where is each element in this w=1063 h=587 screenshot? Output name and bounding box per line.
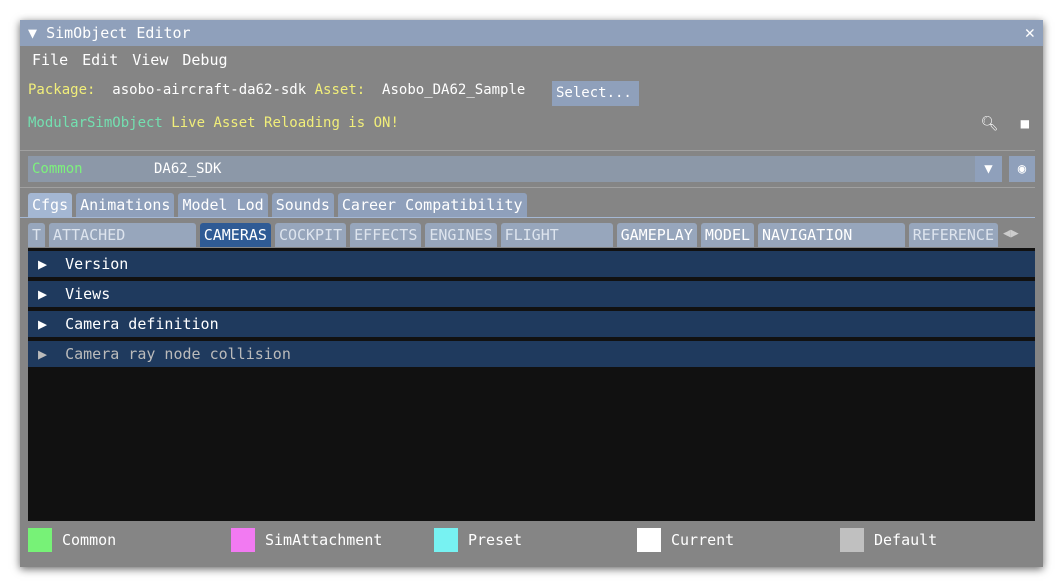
legend-simattachment: SimAttachment bbox=[231, 528, 434, 552]
menu-debug[interactable]: Debug bbox=[182, 51, 227, 69]
select-button[interactable]: Select... bbox=[552, 81, 639, 106]
tab-sounds[interactable]: Sounds bbox=[271, 193, 334, 217]
menu-file[interactable]: File bbox=[32, 51, 68, 69]
tab-model-lod[interactable]: Model Lod bbox=[178, 193, 268, 217]
window-title: SimObject Editor bbox=[46, 24, 191, 42]
tab-cfgs[interactable]: Cfgs bbox=[28, 193, 73, 217]
legend-default: Default bbox=[840, 528, 1043, 552]
subtab-navigation-graph[interactable]: NAVIGATION GRAPH bbox=[758, 223, 905, 247]
subtab-cockpit[interactable]: COCKPIT bbox=[274, 223, 347, 247]
close-icon[interactable]: ✕ bbox=[1025, 23, 1035, 43]
section-version[interactable]: ▶ Version bbox=[28, 251, 1035, 277]
tab-career[interactable]: Career Compatibility bbox=[337, 193, 527, 217]
subtab-attached-objects[interactable]: ATTACHED OBJECTS bbox=[49, 223, 196, 247]
subtab-cameras[interactable]: CAMERAS bbox=[199, 223, 271, 247]
folder-icon[interactable]: ■ bbox=[1021, 116, 1029, 132]
simobject-editor-window: ▼ SimObject Editor ✕ File Edit View Debug Pa… bbox=[20, 20, 1043, 567]
legend-common: Common bbox=[28, 528, 231, 552]
section-camera-ray[interactable]: ▶ Camera ray node collision bbox=[28, 341, 1035, 367]
section-camera-definition[interactable]: ▶ Camera definition bbox=[28, 311, 1035, 337]
reload-status: Live Asset Reloading is ON! bbox=[171, 115, 399, 131]
sub-tabs: TATTACHED OBJECTSCAMERASCOCKPITEFFECTSEN… bbox=[28, 223, 998, 247]
asset-label: Asset: bbox=[314, 82, 366, 98]
chevron-down-icon[interactable]: ▼ bbox=[975, 156, 1002, 182]
subtab-flight-model[interactable]: FLIGHT MODEL bbox=[500, 223, 613, 247]
menu-edit[interactable]: Edit bbox=[82, 51, 118, 69]
scroll-left-icon[interactable]: ◀ bbox=[1003, 226, 1011, 241]
subtab-model[interactable]: MODEL bbox=[700, 223, 755, 247]
subtab-engines[interactable]: ENGINES bbox=[425, 223, 497, 247]
subtab-t[interactable]: T bbox=[28, 223, 46, 247]
scroll-right-icon[interactable]: ▶ bbox=[1011, 226, 1019, 241]
legend-preset: Preset bbox=[434, 528, 637, 552]
content-panel: ▶ Version ▶ Views ▶ Camera definition ▶ … bbox=[28, 248, 1035, 521]
legend-current: Current bbox=[637, 528, 840, 552]
title-bar[interactable]: ▼ SimObject Editor ✕ bbox=[20, 20, 1043, 46]
asset-value: Asobo_DA62_Sample bbox=[382, 82, 526, 98]
eye-icon[interactable]: ◉ bbox=[1009, 156, 1035, 182]
subtab-effects[interactable]: EFFECTS bbox=[350, 223, 422, 247]
combo-type: Common bbox=[32, 161, 83, 177]
package-row: Package: asobo-aircraft-da62-sdk Asset: … bbox=[28, 82, 525, 98]
modular-label: ModularSimObject bbox=[28, 115, 163, 131]
tab-animations[interactable]: Animations bbox=[76, 193, 175, 217]
collapse-icon[interactable]: ▼ bbox=[28, 24, 46, 42]
search-icon[interactable]: 🔍︎ bbox=[981, 116, 999, 132]
main-tabs: Cfgs Animations Model Lod Sounds Career Comp… bbox=[28, 193, 527, 217]
section-views[interactable]: ▶ Views bbox=[28, 281, 1035, 307]
subtab-reference[interactable]: REFERENCE bbox=[908, 223, 998, 247]
subtab-gameplay[interactable]: GAMEPLAY bbox=[616, 223, 697, 247]
combo-value: DA62_SDK bbox=[154, 161, 222, 177]
status-row: ModularSimObject Live Asset Reloading is… bbox=[28, 115, 399, 131]
legend: Common SimAttachment Preset Current Defa… bbox=[28, 528, 1043, 552]
menu-view[interactable]: View bbox=[132, 51, 168, 69]
package-value: asobo-aircraft-da62-sdk bbox=[112, 82, 307, 98]
menu-bar: File Edit View Debug bbox=[20, 46, 240, 72]
package-label: Package: bbox=[28, 82, 96, 98]
object-combo[interactable]: Common DA62_SDK bbox=[28, 156, 1002, 182]
